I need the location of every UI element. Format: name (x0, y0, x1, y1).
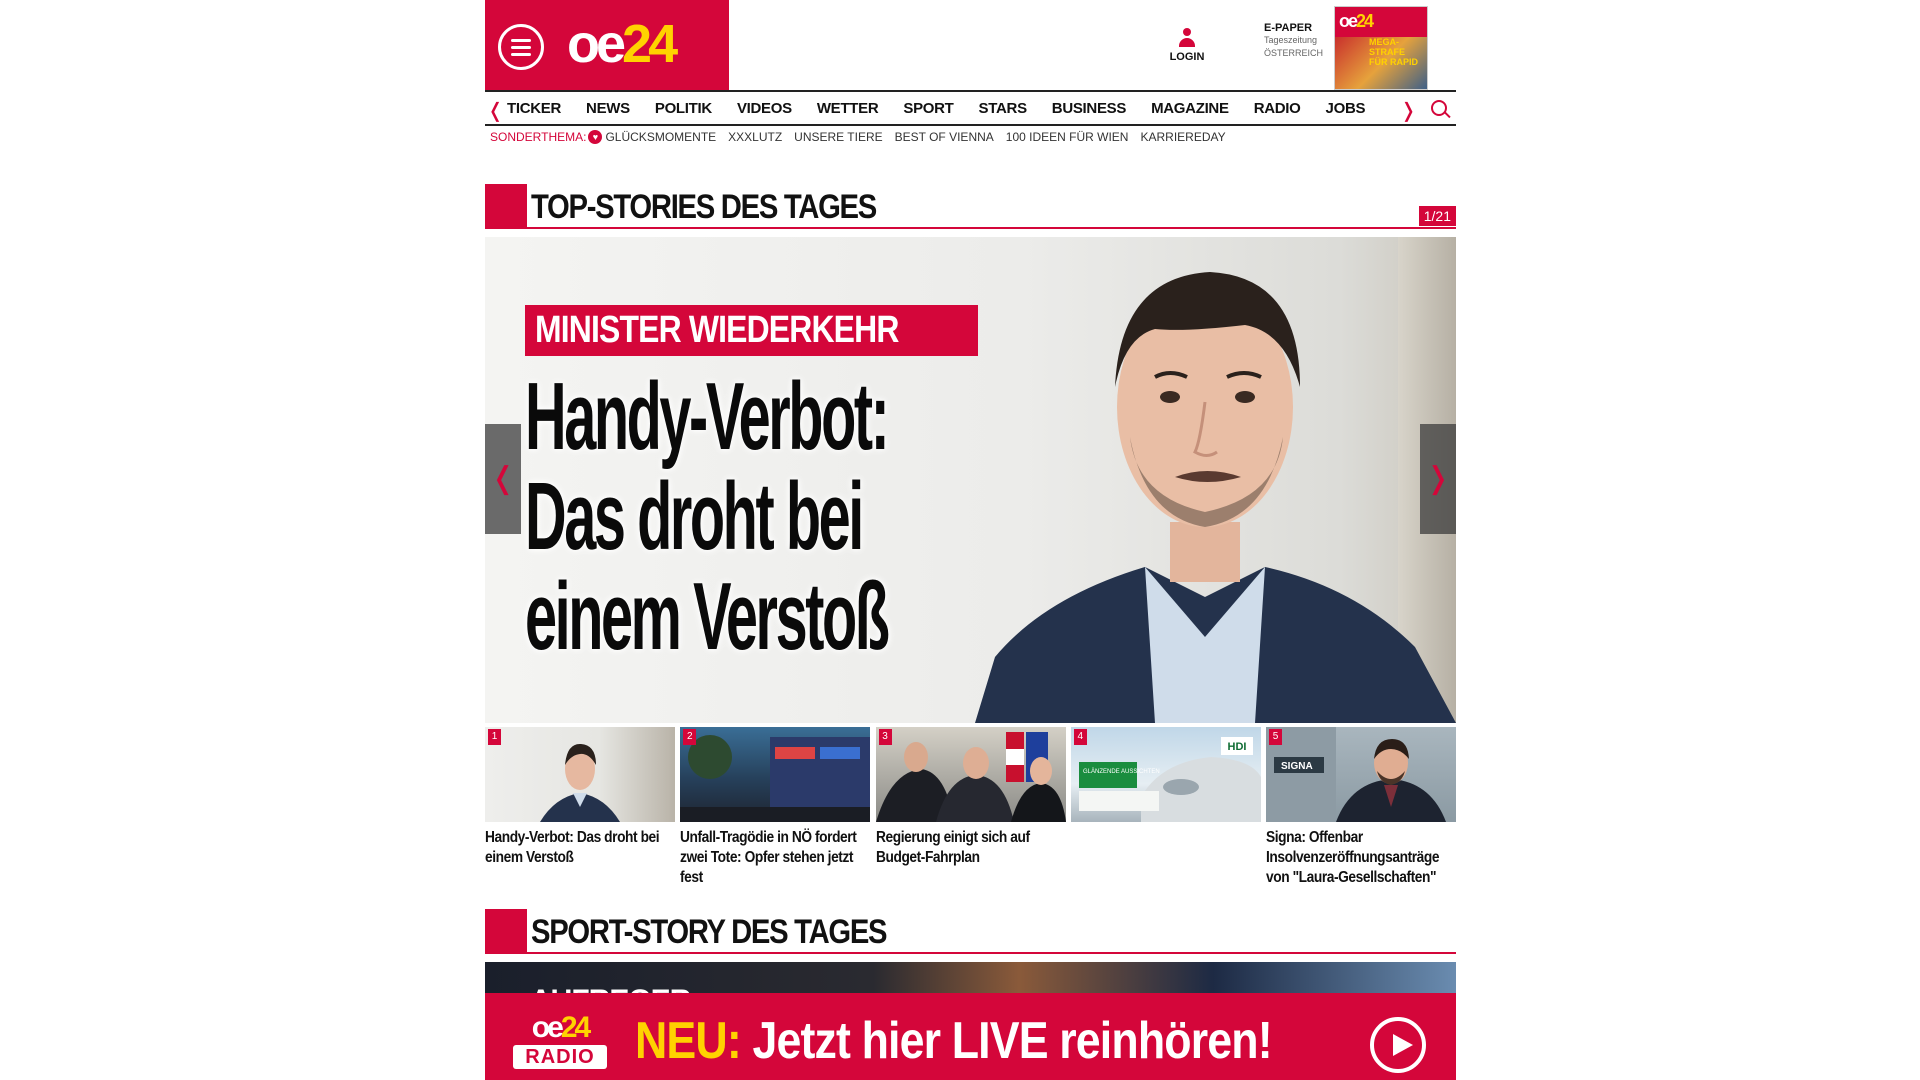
search-icon[interactable] (1431, 100, 1447, 116)
thumbnail-image: 2 (680, 727, 871, 822)
hero-headline-line: Das droht bei (525, 463, 864, 570)
svg-text:GLÄNZENDE AUSSICHTEN: GLÄNZENDE AUSSICHTEN (1083, 768, 1160, 775)
epaper-cover-image[interactable]: oe24 MEGA-STRAFE FÜR RAPID (1334, 6, 1428, 90)
carousel-next-arrow-icon[interactable]: ❭ (1420, 424, 1456, 534)
thumbnail-image: 5 SIGNA (1266, 727, 1456, 822)
radio-new-label: NEU: (635, 1012, 742, 1070)
thumbnail-story[interactable]: 2 Unfall-Tragödie in NÖ fordert zwei Tot… (680, 727, 871, 888)
thumbnail-image: 4 HDI GLÄNZENDE AUSSICHTEN (1070, 727, 1261, 822)
radio-banner-text: NEU: Jetzt hier LIVE reinhören! (635, 1011, 1273, 1071)
section-title: TOP-STORIES DES TAGES (531, 188, 877, 226)
nav-item-jobs[interactable]: JOBS (1326, 100, 1366, 117)
heading-underline (485, 952, 1456, 954)
special-topic-item[interactable]: UNSERE TIERE (794, 130, 882, 144)
thumbnail-story[interactable]: 5 SIGNA Signa: Offenbar Insolvenzeröffnu… (1266, 727, 1456, 888)
thumbnail-title: Signa: Offenbar Insolvenzeröffnungsanträ… (1266, 829, 1440, 886)
sport-story-heading: SPORT-STORY DES TAGES (485, 909, 1456, 955)
hero-kicker: MINISTER WIEDERKEHR (525, 305, 978, 356)
special-topics-bar: SONDERTHEMA: ♥ GLÜCKSMOMENTE XXXLUTZ UNS… (490, 130, 1238, 144)
top-stories-thumbnails: 1 Handy-Verbot: Das droht bei einem Vers… (485, 727, 1456, 888)
radio-logo-tag: RADIO (513, 1045, 607, 1069)
special-topic-item[interactable]: 100 IDEEN FÜR WIEN (1006, 130, 1129, 144)
special-topic-item[interactable]: GLÜCKSMOMENTE (605, 130, 716, 144)
nav-prev-arrow-icon[interactable]: ❬ (487, 98, 504, 122)
nav-item-magazine[interactable]: MAGAZINE (1151, 100, 1229, 117)
nav-item-sport[interactable]: SPORT (903, 100, 953, 117)
nav-item-news[interactable]: NEWS (586, 100, 630, 117)
carousel-prev-arrow-icon[interactable]: ❬ (485, 424, 521, 534)
hamburger-menu-icon[interactable] (498, 24, 544, 70)
heart-icon: ♥ (588, 130, 603, 144)
hero-headline-line: einem Verstoß (525, 563, 890, 670)
heading-accent (485, 909, 527, 953)
nav-item-wetter[interactable]: WETTER (817, 100, 879, 117)
svg-text:HDI: HDI (1227, 741, 1246, 753)
user-icon (1179, 28, 1195, 48)
main-nav: ❬ TICKER NEWS POLITIK VIDEOS WETTER SPOR… (485, 90, 1456, 126)
radio-banner-message: Jetzt hier LIVE reinhören! (740, 1012, 1272, 1070)
heading-accent (485, 184, 527, 228)
epaper-subtitle: Tageszeitung (1264, 35, 1318, 45)
special-topic-label: SONDERTHEMA: (490, 130, 587, 144)
site-logo[interactable]: oe24 (567, 14, 678, 74)
thumbnail-image: 3 (875, 727, 1066, 822)
special-topic-item[interactable]: XXXLUTZ (728, 130, 782, 144)
thumbnail-story[interactable]: 4 HDI GLÄNZENDE AUSSICHTEN (1070, 727, 1261, 888)
thumbnail-number: 3 (878, 729, 892, 745)
epaper-cover-headline: MEGA-STRAFE FÜR RAPID (1369, 37, 1418, 67)
top-stories-heading: TOP-STORIES DES TAGES 1/21 (485, 184, 1456, 230)
play-icon[interactable] (1370, 1017, 1426, 1073)
heading-underline (485, 227, 1456, 229)
slide-counter: 1/21 (1418, 206, 1456, 226)
thumbnail-number: 1 (488, 729, 501, 745)
hero-headline[interactable]: Handy-Verbot: Das droht bei einem Versto… (525, 367, 1085, 667)
nav-item-radio[interactable]: RADIO (1254, 100, 1301, 117)
thumbnail-number: 4 (1073, 729, 1087, 745)
thumbnail-story[interactable]: 3 Regierung einigt sich auf Budget-Fahrp… (875, 727, 1066, 888)
login-button[interactable]: LOGIN (1167, 28, 1207, 63)
nav-item-business[interactable]: BUSINESS (1052, 100, 1127, 117)
radio-live-banner[interactable]: oe24 RADIO NEU: Jetzt hier LIVE reinhöre… (485, 993, 1456, 1080)
thumbnail-title: Regierung einigt sich auf Budget-Fahrpla… (875, 829, 1030, 866)
nav-item-stars[interactable]: STARS (979, 100, 1028, 117)
logo-area: oe24 (485, 0, 729, 90)
hero-story[interactable]: MINISTER WIEDERKEHR Handy-Verbot: Das dr… (485, 237, 1456, 723)
thumbnail-number: 5 (1269, 729, 1282, 745)
epaper-country: ÖSTERREICH (1264, 48, 1324, 58)
special-topic-item[interactable]: KARRIEREDAY (1140, 130, 1225, 144)
epaper-title: E-PAPER (1264, 22, 1313, 34)
nav-next-arrow-icon[interactable]: ❭ (1400, 98, 1417, 122)
nav-item-ticker[interactable]: TICKER (507, 100, 561, 117)
thumbnail-story[interactable]: 1 Handy-Verbot: Das droht bei einem Vers… (485, 727, 675, 888)
nav-item-videos[interactable]: VIDEOS (737, 100, 792, 117)
hero-headline-line: Handy-Verbot: (525, 363, 890, 470)
thumbnail-number: 2 (683, 729, 697, 745)
nav-item-politik[interactable]: POLITIK (655, 100, 712, 117)
section-title: SPORT-STORY DES TAGES (531, 913, 888, 951)
thumbnail-image: 1 (485, 727, 675, 822)
special-topic-item[interactable]: BEST OF VIENNA (895, 130, 994, 144)
thumbnail-title: Handy-Verbot: Das droht bei einem Versto… (485, 829, 660, 866)
site-header: oe24 LOGIN E-PAPER Tageszeitung ÖSTERREI… (485, 0, 1456, 90)
thumbnail-title: Unfall-Tragödie in NÖ fordert zwei Tote:… (680, 829, 857, 886)
svg-text:SIGNA: SIGNA (1281, 761, 1313, 772)
radio-logo: oe24 RADIO (513, 1013, 607, 1069)
epaper-link[interactable]: E-PAPER Tageszeitung ÖSTERREICH (1264, 22, 1334, 60)
page: oe24 LOGIN E-PAPER Tageszeitung ÖSTERREI… (485, 0, 1456, 1080)
login-label: LOGIN (1169, 51, 1205, 63)
